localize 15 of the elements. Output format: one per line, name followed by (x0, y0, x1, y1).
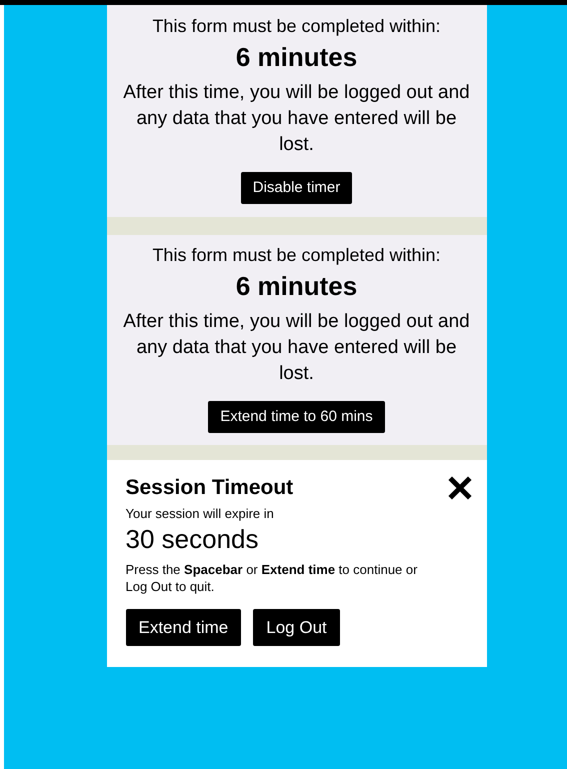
intro-text: This form must be completed within: (152, 15, 441, 38)
duration-text: 6 minutes (236, 41, 358, 74)
dialog-button[interactable]: Extend time (126, 609, 242, 646)
countdown-text: 30 seconds (126, 523, 260, 555)
duration-text: 6 minutes (236, 270, 358, 303)
dialog-button[interactable]: Log Out (253, 609, 340, 646)
dialog-instructions: Press the Spacebar or Extend time to continue or Log Out to quit. (126, 561, 418, 595)
dialog-message: Your session will expire in (126, 505, 275, 523)
warning-text: After this time, you will be logged out and any data that you have entered will be lost. (122, 81, 471, 157)
intro-text: This form must be completed within: (152, 244, 441, 267)
close-icon[interactable] (446, 475, 472, 501)
warning-text: After this time, you will be logged out and any data that you have entered will be lost. (122, 310, 471, 386)
timer-button[interactable]: Disable timer (240, 172, 352, 204)
timer-button[interactable]: Extend time to 60 mins (208, 401, 385, 433)
dialog-title: Session Timeout (126, 475, 294, 501)
